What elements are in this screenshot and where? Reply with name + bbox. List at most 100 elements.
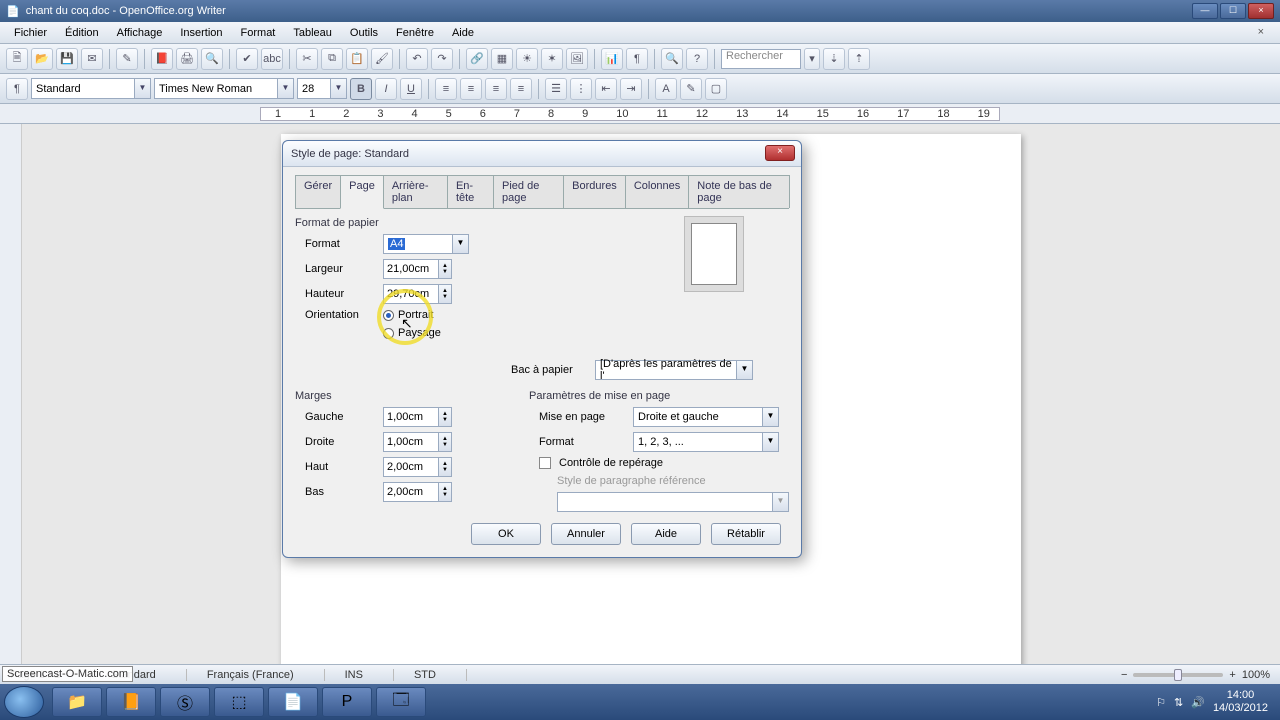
maximize-button[interactable]: ☐ xyxy=(1220,3,1246,19)
zoom-slider[interactable] xyxy=(1133,673,1223,677)
menu-format[interactable]: Format xyxy=(233,25,284,41)
align-center-icon[interactable]: ≡ xyxy=(460,78,482,100)
menu-view[interactable]: Affichage xyxy=(109,25,171,41)
find-prev-icon[interactable]: ⇡ xyxy=(848,48,870,70)
align-justify-icon[interactable]: ≡ xyxy=(510,78,532,100)
align-right-icon[interactable]: ≡ xyxy=(485,78,507,100)
zoom-out-icon[interactable]: − xyxy=(1121,669,1127,681)
pdf-icon[interactable]: 📕 xyxy=(151,48,173,70)
menu-window[interactable]: Fenêtre xyxy=(388,25,442,41)
nonprint-icon[interactable]: ¶ xyxy=(626,48,648,70)
undo-icon[interactable]: ↶ xyxy=(406,48,428,70)
styles-icon[interactable]: ¶ xyxy=(6,78,28,100)
table-icon[interactable]: ▦ xyxy=(491,48,513,70)
tray-network-icon[interactable]: ⇅ xyxy=(1174,696,1183,709)
ok-button[interactable]: OK xyxy=(471,523,541,545)
tab-arriere-plan[interactable]: Arrière-plan xyxy=(383,175,448,208)
menu-table[interactable]: Tableau xyxy=(285,25,340,41)
register-true-checkbox[interactable] xyxy=(539,457,551,469)
spellcheck-icon[interactable]: ✔ xyxy=(236,48,258,70)
tab-page[interactable]: Page xyxy=(340,175,384,209)
margin-bottom-spinner[interactable]: 2,00cm▲▼ xyxy=(383,482,452,502)
search-input[interactable]: Rechercher xyxy=(721,49,801,69)
doc-close-button[interactable]: × xyxy=(1250,24,1272,40)
taskbar-skype-icon[interactable]: Ⓢ xyxy=(160,687,210,717)
paper-format-select[interactable]: A4▼ xyxy=(383,234,469,254)
status-std[interactable]: STD xyxy=(414,669,467,681)
taskbar-ppt2-icon[interactable]: P xyxy=(322,687,372,717)
print-icon[interactable]: 🖨 xyxy=(176,48,198,70)
zoom-value[interactable]: 100% xyxy=(1242,669,1270,681)
menu-tools[interactable]: Outils xyxy=(342,25,386,41)
menu-edit[interactable]: Édition xyxy=(57,25,107,41)
cancel-button[interactable]: Annuler xyxy=(551,523,621,545)
bold-button[interactable]: B xyxy=(350,78,372,100)
paste-icon[interactable]: 📋 xyxy=(346,48,368,70)
brush-icon[interactable]: 🖌 xyxy=(371,48,393,70)
num-format-select[interactable]: 1, 2, 3, ...▼ xyxy=(633,432,779,452)
margin-left-spinner[interactable]: 1,00cm▲▼ xyxy=(383,407,452,427)
tab-entete[interactable]: En-tête xyxy=(447,175,494,208)
copy-icon[interactable]: ⧉ xyxy=(321,48,343,70)
cut-icon[interactable]: ✂ xyxy=(296,48,318,70)
tray-flag-icon[interactable]: ⚐ xyxy=(1156,696,1166,709)
help-icon[interactable]: ? xyxy=(686,48,708,70)
font-size-combo[interactable]: 28▼ xyxy=(297,78,347,99)
navigator-icon[interactable]: ✶ xyxy=(541,48,563,70)
drawing-icon[interactable]: ☀ xyxy=(516,48,538,70)
taskbar-extra-icon[interactable]: 🗔 xyxy=(376,687,426,717)
search-dd-icon[interactable]: ▾ xyxy=(804,48,820,70)
tab-bordures[interactable]: Bordures xyxy=(563,175,626,208)
align-left-icon[interactable]: ≡ xyxy=(435,78,457,100)
tab-colonnes[interactable]: Colonnes xyxy=(625,175,689,208)
open-icon[interactable]: 📂 xyxy=(31,48,53,70)
taskbar-explorer-icon[interactable]: 📁 xyxy=(52,687,102,717)
height-spinner[interactable]: 29,70cm▲▼ xyxy=(383,284,452,304)
start-button[interactable] xyxy=(4,686,44,718)
page-layout-select[interactable]: Droite et gauche▼ xyxy=(633,407,779,427)
new-icon[interactable]: 🗎 xyxy=(6,48,28,70)
edit-icon[interactable]: ✎ xyxy=(116,48,138,70)
indent-dec-icon[interactable]: ⇤ xyxy=(595,78,617,100)
bg-color-icon[interactable]: ▢ xyxy=(705,78,727,100)
chart-icon[interactable]: 📊 xyxy=(601,48,623,70)
gallery-icon[interactable]: 🖼 xyxy=(566,48,588,70)
close-button[interactable]: × xyxy=(1248,3,1274,19)
width-spinner[interactable]: 21,00cm▲▼ xyxy=(383,259,452,279)
status-insert[interactable]: INS xyxy=(345,669,394,681)
dialog-title-bar[interactable]: Style de page: Standard × xyxy=(283,141,801,167)
menu-file[interactable]: Fichier xyxy=(6,25,55,41)
bullet-list-icon[interactable]: ⋮ xyxy=(570,78,592,100)
minimize-button[interactable]: — xyxy=(1192,3,1218,19)
tab-pied[interactable]: Pied de page xyxy=(493,175,564,208)
menu-help[interactable]: Aide xyxy=(444,25,482,41)
font-name-combo[interactable]: Times New Roman▼ xyxy=(154,78,294,99)
margin-right-spinner[interactable]: 1,00cm▲▼ xyxy=(383,432,452,452)
underline-button[interactable]: U xyxy=(400,78,422,100)
italic-button[interactable]: I xyxy=(375,78,397,100)
zoom-in-icon[interactable]: + xyxy=(1229,669,1235,681)
paper-tray-select[interactable]: [D'après les paramètres de l'▼ xyxy=(595,360,753,380)
redo-icon[interactable]: ↷ xyxy=(431,48,453,70)
status-language[interactable]: Français (France) xyxy=(207,669,325,681)
tab-gerer[interactable]: Gérer xyxy=(295,175,341,208)
taskbar-recorder-icon[interactable]: ⬚ xyxy=(214,687,264,717)
margin-top-spinner[interactable]: 2,00cm▲▼ xyxy=(383,457,452,477)
highlight-icon[interactable]: ✎ xyxy=(680,78,702,100)
indent-inc-icon[interactable]: ⇥ xyxy=(620,78,642,100)
menu-insert[interactable]: Insertion xyxy=(172,25,230,41)
help-button[interactable]: Aide xyxy=(631,523,701,545)
font-color-icon[interactable]: A xyxy=(655,78,677,100)
paragraph-style-combo[interactable]: Standard▼ xyxy=(31,78,151,99)
tab-note[interactable]: Note de bas de page xyxy=(688,175,790,208)
tray-volume-icon[interactable]: 🔊 xyxy=(1191,696,1205,709)
find-next-icon[interactable]: ⇣ xyxy=(823,48,845,70)
hyperlink-icon[interactable]: 🔗 xyxy=(466,48,488,70)
autospell-icon[interactable]: abc xyxy=(261,48,283,70)
taskbar-powerpoint-icon[interactable]: 📙 xyxy=(106,687,156,717)
numbered-list-icon[interactable]: ☰ xyxy=(545,78,567,100)
save-icon[interactable]: 💾 xyxy=(56,48,78,70)
mail-icon[interactable]: ✉ xyxy=(81,48,103,70)
preview-icon[interactable]: 🔍 xyxy=(201,48,223,70)
zoom-icon[interactable]: 🔍 xyxy=(661,48,683,70)
